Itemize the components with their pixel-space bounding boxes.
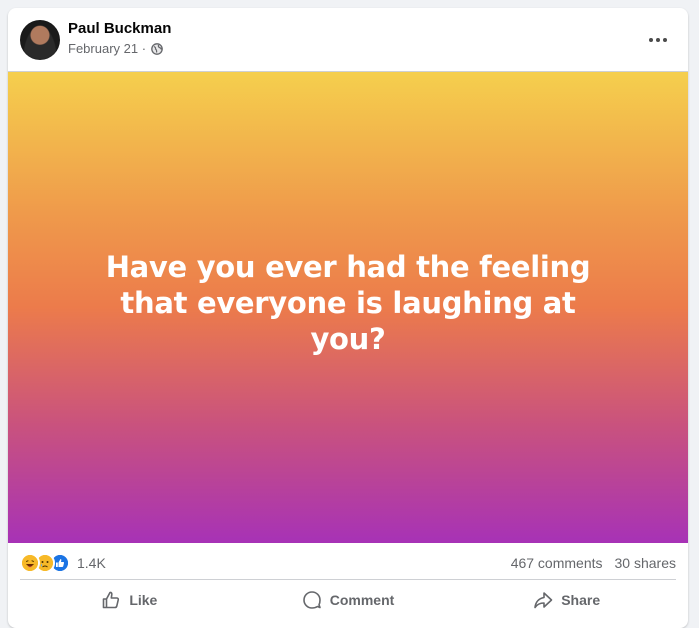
author-avatar[interactable] [20,20,60,60]
author-name[interactable]: Paul Buckman [68,20,171,37]
share-label: Share [561,592,601,608]
comment-bubble-icon [302,590,322,610]
more-options-button[interactable] [640,22,676,58]
share-button[interactable]: Share [457,582,676,618]
post-header: Paul Buckman February 21 · [8,8,688,71]
action-bar: Like Comment Share [20,582,676,618]
post-text: Have you ever had the feeling that every… [105,249,591,356]
share-arrow-icon [533,590,553,610]
engagement-counts: 467 comments 30 shares [511,555,676,571]
shares-count[interactable]: 30 shares [615,555,676,571]
like-button[interactable]: Like [20,582,239,618]
haha-reaction-icon [20,553,40,573]
more-dots-icon [648,38,669,42]
reactions-summary[interactable]: 1.4K [20,553,106,573]
comments-count[interactable]: 467 comments [511,555,603,571]
post-card: Paul Buckman February 21 · Have you ever… [8,8,688,628]
reaction-count[interactable]: 1.4K [77,555,106,571]
comment-button[interactable]: Comment [239,582,458,618]
like-label: Like [129,592,158,608]
post-background: Have you ever had the feeling that every… [8,71,688,543]
thumbs-up-icon [101,590,121,610]
post-date[interactable]: February 21 · [68,41,146,56]
actions-divider [20,579,676,580]
post-stats: 1.4K 467 comments 30 shares [20,548,676,578]
globe-icon [151,42,163,55]
post-meta: February 21 · [68,41,163,56]
comment-label: Comment [329,592,395,608]
